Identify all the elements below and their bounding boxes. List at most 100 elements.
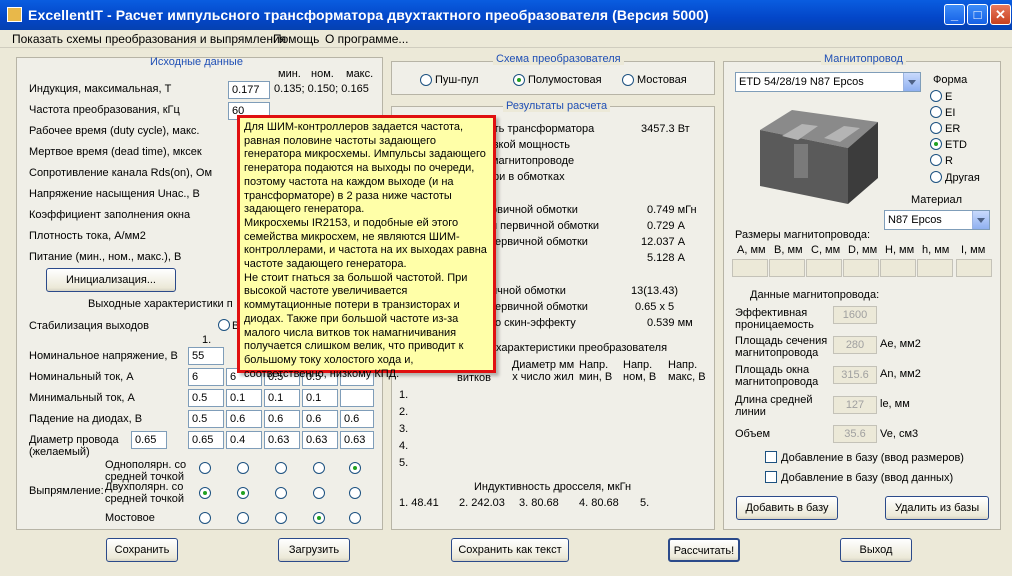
menu-about[interactable]: О программе... bbox=[325, 32, 408, 46]
wire-diameter-1[interactable]: 0.65 bbox=[188, 431, 224, 449]
choke-value-3: 3. 80.68 bbox=[519, 497, 559, 509]
param-field-path-length[interactable]: 127 bbox=[833, 396, 877, 414]
induction-range: 0.135; 0.150; 0.165 bbox=[274, 83, 369, 95]
rect-radio-bridge-1[interactable] bbox=[199, 512, 211, 524]
rect-radio-bridge-5[interactable] bbox=[349, 512, 361, 524]
induction-field[interactable]: 0.177 bbox=[228, 81, 270, 99]
rect-radio-single-5[interactable] bbox=[349, 462, 361, 474]
rect-radio-bridge-3[interactable] bbox=[275, 512, 287, 524]
save-button[interactable]: Сохранить bbox=[106, 538, 178, 562]
core-select-value: ETD 54/28/19 N87 Epcos bbox=[739, 76, 864, 88]
rect-radio-single-3[interactable] bbox=[275, 462, 287, 474]
init-button[interactable]: Инициализация... bbox=[46, 268, 176, 292]
form-radio-other[interactable] bbox=[930, 171, 942, 183]
form-radio-r[interactable] bbox=[930, 154, 942, 166]
form-radio-er[interactable] bbox=[930, 122, 942, 134]
min-current-2[interactable]: 0.1 bbox=[226, 389, 262, 407]
calculate-button[interactable]: Рассчитать! bbox=[668, 538, 740, 562]
sec-row-1: 1. bbox=[399, 389, 409, 401]
size-field-h-small[interactable] bbox=[917, 259, 953, 277]
menu-show-schemes[interactable]: Показать схемы преобразования и выпрямле… bbox=[12, 32, 286, 46]
maximize-button[interactable]: □ bbox=[967, 4, 988, 25]
diode-drop-4[interactable]: 0.6 bbox=[302, 410, 338, 428]
size-field-b[interactable] bbox=[769, 259, 805, 277]
diode-drop-5[interactable]: 0.6 bbox=[340, 410, 374, 428]
param-field-permeability[interactable]: 1600 bbox=[833, 306, 877, 324]
size-field-a[interactable] bbox=[732, 259, 768, 277]
form-label-r: R bbox=[945, 155, 953, 167]
rect-radio-dual-4[interactable] bbox=[313, 487, 325, 499]
param-label-path-length: Длина средней линии bbox=[735, 394, 813, 418]
rect-option-single: Однополярн. со средней точкой bbox=[105, 459, 187, 483]
label-min-current: Минимальный ток, А bbox=[29, 392, 135, 404]
nominal-current-1[interactable]: 6 bbox=[188, 368, 224, 386]
menu-help[interactable]: Помощь bbox=[273, 32, 319, 46]
scheme-radio-halfbridge[interactable] bbox=[513, 74, 525, 86]
param-field-volume[interactable]: 35.6 bbox=[833, 425, 877, 443]
diode-drop-1[interactable]: 0.5 bbox=[188, 410, 224, 428]
min-current-4[interactable]: 0.1 bbox=[302, 389, 338, 407]
core-image bbox=[760, 110, 878, 204]
label-window-fill: Коэффициент заполнения окна bbox=[29, 209, 191, 221]
param-field-window[interactable]: 315.6 bbox=[833, 366, 877, 384]
param-unit-window: An, мм2 bbox=[880, 368, 921, 380]
form-label: Форма bbox=[933, 74, 968, 86]
rect-radio-single-4[interactable] bbox=[313, 462, 325, 474]
save-as-text-button[interactable]: Сохранить как текст bbox=[451, 538, 569, 562]
range-max-header: макс. bbox=[346, 68, 374, 80]
desired-diameter-field[interactable]: 0.65 bbox=[131, 431, 167, 449]
wire-diameter-5[interactable]: 0.63 bbox=[340, 431, 374, 449]
wire-diameter-4[interactable]: 0.63 bbox=[302, 431, 338, 449]
rect-radio-bridge-2[interactable] bbox=[237, 512, 249, 524]
diode-drop-3[interactable]: 0.6 bbox=[264, 410, 300, 428]
core-select[interactable]: ETD 54/28/19 N87 Epcos bbox=[735, 72, 921, 92]
rect-radio-dual-2[interactable] bbox=[237, 487, 249, 499]
size-field-d[interactable] bbox=[843, 259, 879, 277]
sec-row-5: 5. bbox=[399, 457, 409, 469]
label-nominal-current: Номинальный ток, А bbox=[29, 371, 134, 383]
min-current-3[interactable]: 0.1 bbox=[264, 389, 300, 407]
rect-radio-dual-1[interactable] bbox=[199, 487, 211, 499]
wire-diameter-3[interactable]: 0.63 bbox=[264, 431, 300, 449]
sec-row-4: 4. bbox=[399, 440, 409, 452]
add-to-db-button[interactable]: Добавить в базу bbox=[736, 496, 838, 520]
min-current-1[interactable]: 0.5 bbox=[188, 389, 224, 407]
min-current-5[interactable] bbox=[340, 389, 374, 407]
load-button[interactable]: Загрузить bbox=[278, 538, 350, 562]
window-title: ExcellentIT - Расчет импульсного трансфо… bbox=[28, 7, 709, 23]
label-dead-time: Мертвое время (dead time), мксек bbox=[29, 146, 202, 158]
add-data-checkbox[interactable] bbox=[765, 471, 777, 483]
form-radio-e[interactable] bbox=[930, 90, 942, 102]
rect-radio-single-1[interactable] bbox=[199, 462, 211, 474]
exit-button[interactable]: Выход bbox=[840, 538, 912, 562]
material-label: Материал bbox=[911, 194, 962, 206]
scheme-label-bridge: Мостовая bbox=[637, 74, 687, 86]
param-field-cross-section[interactable]: 280 bbox=[833, 336, 877, 354]
scheme-radio-bridge[interactable] bbox=[622, 74, 634, 86]
param-label-window: Площадь окна магнитопровода bbox=[735, 364, 819, 388]
add-sizes-checkbox[interactable] bbox=[765, 451, 777, 463]
rect-radio-dual-3[interactable] bbox=[275, 487, 287, 499]
size-field-h[interactable] bbox=[880, 259, 916, 277]
label-nominal-voltage: Номинальное напряжение, В bbox=[29, 350, 178, 362]
material-select[interactable]: N87 Epcos bbox=[884, 210, 990, 230]
rect-radio-dual-5[interactable] bbox=[349, 487, 361, 499]
size-field-i[interactable] bbox=[956, 259, 992, 277]
rect-radio-single-2[interactable] bbox=[237, 462, 249, 474]
sec-row-3: 3. bbox=[399, 423, 409, 435]
remove-from-db-button[interactable]: Удалить из базы bbox=[885, 496, 989, 520]
nominal-voltage-1[interactable]: 55 bbox=[188, 347, 224, 365]
choke-value-2: 2. 242.03 bbox=[459, 497, 505, 509]
form-radio-ei[interactable] bbox=[930, 106, 942, 118]
result-label-primary-current: первичной обмотки bbox=[489, 236, 588, 248]
scheme-radio-pushpull[interactable] bbox=[420, 74, 432, 86]
close-button[interactable]: ✕ bbox=[990, 4, 1011, 25]
form-radio-etd[interactable] bbox=[930, 138, 942, 150]
stabilization-radio[interactable] bbox=[218, 319, 230, 331]
size-header-a: A, мм bbox=[737, 244, 766, 256]
minimize-button[interactable]: _ bbox=[944, 4, 965, 25]
size-field-c[interactable] bbox=[806, 259, 842, 277]
rect-radio-bridge-4[interactable] bbox=[313, 512, 325, 524]
diode-drop-2[interactable]: 0.6 bbox=[226, 410, 262, 428]
wire-diameter-2[interactable]: 0.4 bbox=[226, 431, 262, 449]
